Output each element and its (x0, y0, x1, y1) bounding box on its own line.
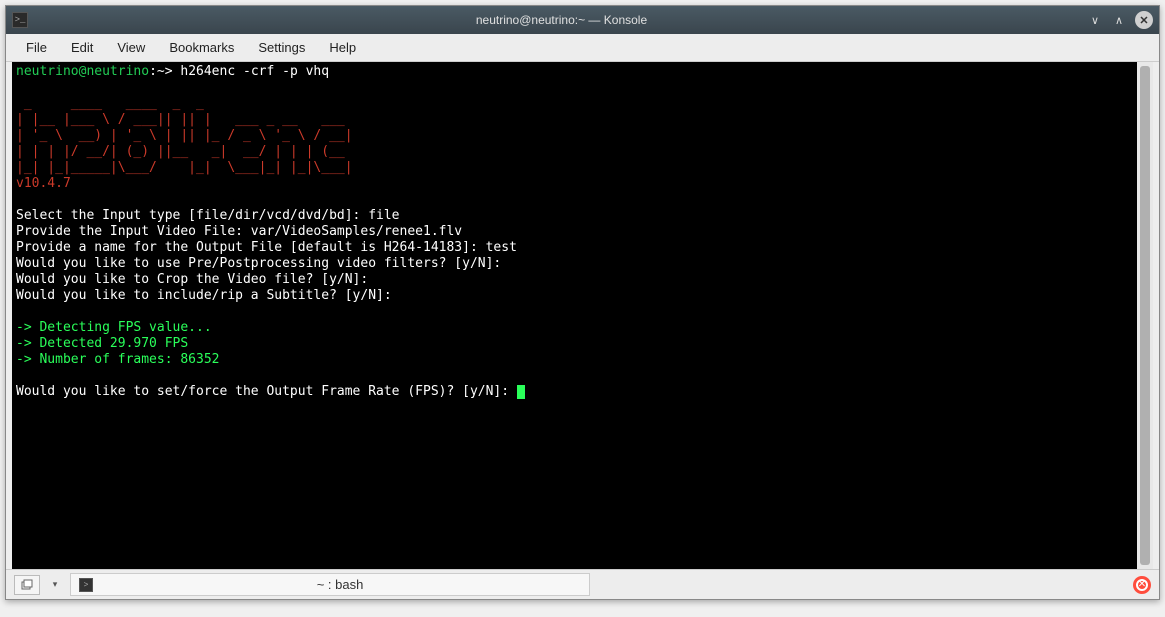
line-input-type: Select the Input type [file/dir/vcd/dvd/… (16, 208, 400, 223)
prompt-path: :~> (149, 64, 180, 79)
cursor-block (517, 385, 525, 399)
menu-edit[interactable]: Edit (59, 36, 105, 59)
close-tab-button[interactable] (1133, 576, 1151, 594)
close-button[interactable]: ✕ (1135, 11, 1153, 29)
line-subtitle: Would you like to include/rip a Subtitle… (16, 288, 392, 303)
scrollbar[interactable] (1137, 62, 1153, 569)
new-tab-button[interactable] (14, 575, 40, 595)
tab-item[interactable]: > ~ : bash (70, 573, 590, 596)
line-output-name: Provide a name for the Output File [defa… (16, 240, 517, 255)
ascii-art-line: | '_ \ __) | '_ \ | || |_ / _ \ '_ \ / _… (16, 128, 353, 143)
minimize-button[interactable]: ∨ (1087, 12, 1103, 28)
window-controls: ∨ ∧ ✕ (1087, 11, 1153, 29)
line-detecting: -> Detecting FPS value... (16, 320, 212, 335)
statusbar: ▾ > ~ : bash (6, 569, 1159, 599)
menu-view[interactable]: View (105, 36, 157, 59)
ascii-art-line: | |__ |___ \ / ___|| || | ___ _ __ ___ (16, 112, 345, 127)
version-text: v10.4.7 (16, 176, 71, 191)
prompt-user: neutrino@neutrino (16, 64, 149, 79)
ascii-art-line: | | | |/ __/| (_) ||__ _| __/ | | | (__ (16, 144, 345, 159)
menu-bookmarks[interactable]: Bookmarks (157, 36, 246, 59)
scrollbar-thumb[interactable] (1140, 66, 1150, 565)
window-title: neutrino@neutrino:~ — Konsole (36, 13, 1087, 27)
terminal-area: neutrino@neutrino:~> h264enc -crf -p vhq… (12, 62, 1153, 569)
menu-settings[interactable]: Settings (246, 36, 317, 59)
line-crop: Would you like to Crop the Video file? [… (16, 272, 368, 287)
line-numframes: -> Number of frames: 86352 (16, 352, 220, 367)
line-detected: -> Detected 29.970 FPS (16, 336, 188, 351)
menu-help[interactable]: Help (317, 36, 368, 59)
line-input-file: Provide the Input Video File: var/VideoS… (16, 224, 462, 239)
tab-dropdown-button[interactable]: ▾ (48, 575, 62, 595)
line-setforce: Would you like to set/force the Output F… (16, 384, 517, 399)
tab-label: ~ : bash (99, 577, 581, 592)
terminal-icon: > (79, 578, 93, 592)
menubar: File Edit View Bookmarks Settings Help (6, 34, 1159, 62)
new-tab-icon (21, 579, 33, 591)
app-icon: >_ (12, 12, 28, 28)
terminal[interactable]: neutrino@neutrino:~> h264enc -crf -p vhq… (12, 62, 1137, 569)
line-filters: Would you like to use Pre/Postprocessing… (16, 256, 501, 271)
menu-file[interactable]: File (14, 36, 59, 59)
command-text: h264enc -crf -p vhq (180, 64, 329, 79)
titlebar[interactable]: >_ neutrino@neutrino:~ — Konsole ∨ ∧ ✕ (6, 6, 1159, 34)
konsole-window: >_ neutrino@neutrino:~ — Konsole ∨ ∧ ✕ F… (5, 5, 1160, 600)
ascii-art-line: _ ____ ____ _ _ (16, 96, 204, 111)
ascii-art-line: |_| |_|_____|\___/ |_| \___|_| |_|\___| (16, 160, 353, 175)
maximize-button[interactable]: ∧ (1111, 12, 1127, 28)
